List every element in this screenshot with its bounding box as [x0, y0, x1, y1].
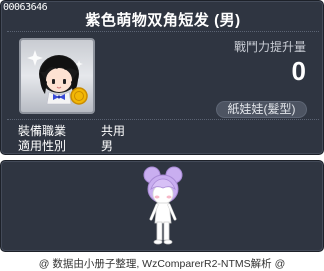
attack-increase-label: 戰鬥力提升量 [233, 40, 306, 54]
requirement-label: 適用性別 [18, 139, 67, 153]
hair-portrait-icon [27, 50, 88, 105]
title-divider [7, 31, 319, 32]
requirement-value: 男 [101, 139, 114, 153]
item-icon-frame [19, 38, 95, 114]
attack-increase-value: 0 [291, 56, 306, 86]
character-preview-icon [143, 166, 183, 245]
item-title: 紫色萌物双角短发 (男) [85, 12, 241, 29]
avatar-preview-panel [0, 160, 324, 252]
footer-credit: @ 数据由小册子整理, WzComparerR2-NTMS解析 @ [38, 258, 286, 270]
item-category-badge: 紙娃娃(髮型) [216, 101, 307, 118]
requirements-divider [7, 119, 319, 120]
requirement-row-gender: 適用性別 男 [18, 137, 113, 154]
item-tooltip: 00063646 紫色萌物双角短发 (男) 戰鬥力提升量 0 紙娃娃(髮型) 裝… [0, 0, 324, 155]
